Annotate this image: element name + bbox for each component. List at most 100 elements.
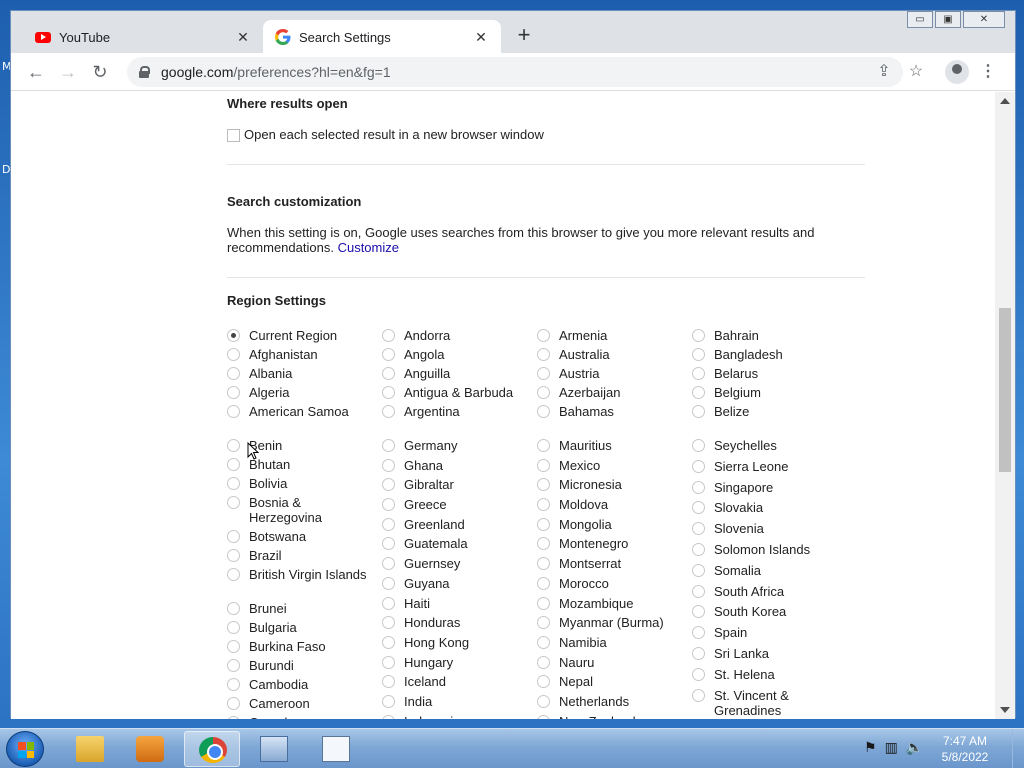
taskbar-chrome[interactable] (184, 731, 240, 767)
region-radio[interactable] (382, 478, 395, 491)
region-label[interactable]: Micronesia (559, 477, 679, 492)
region-radio[interactable] (692, 348, 705, 361)
region-label[interactable]: Myanmar (Burma) (559, 615, 679, 630)
region-radio[interactable] (692, 481, 705, 494)
region-label[interactable]: Belize (714, 404, 834, 419)
region-label[interactable]: Anguilla (404, 366, 524, 381)
region-label[interactable]: Mozambique (559, 596, 679, 611)
region-radio[interactable] (382, 597, 395, 610)
region-radio[interactable] (227, 530, 240, 543)
region-label[interactable]: British Virgin Islands (249, 567, 369, 582)
region-radio[interactable] (537, 675, 550, 688)
region-radio[interactable] (382, 405, 395, 418)
region-radio[interactable] (692, 647, 705, 660)
region-label[interactable]: Somalia (714, 563, 834, 578)
region-radio[interactable] (692, 329, 705, 342)
region-label[interactable]: Ghana (404, 458, 524, 473)
region-label[interactable]: Sri Lanka (714, 646, 834, 661)
region-label[interactable]: Guernsey (404, 556, 524, 571)
region-radio[interactable] (382, 715, 395, 719)
region-radio[interactable] (227, 386, 240, 399)
region-label[interactable]: Singapore (714, 480, 834, 495)
region-label[interactable]: Current Region (249, 328, 369, 343)
region-label[interactable]: Honduras (404, 615, 524, 630)
region-label[interactable]: Canada (249, 715, 369, 719)
region-radio[interactable] (227, 621, 240, 634)
region-label[interactable]: Brazil (249, 548, 369, 563)
region-label[interactable]: St. Vincent & Grenadines (714, 688, 834, 718)
region-label[interactable]: Australia (559, 347, 679, 362)
region-label[interactable]: Bahamas (559, 404, 679, 419)
region-label[interactable]: Hong Kong (404, 635, 524, 650)
region-label[interactable]: Armenia (559, 328, 679, 343)
region-radio[interactable] (692, 543, 705, 556)
region-radio[interactable] (537, 439, 550, 452)
region-label[interactable]: Austria (559, 366, 679, 381)
region-radio[interactable] (382, 518, 395, 531)
region-radio[interactable] (227, 458, 240, 471)
region-label[interactable]: Nauru (559, 655, 679, 670)
region-radio[interactable] (692, 668, 705, 681)
start-button[interactable] (6, 731, 44, 767)
region-label[interactable]: Benin (249, 438, 369, 453)
minimize-button[interactable]: ▭ (907, 11, 933, 28)
region-label[interactable]: Bulgaria (249, 620, 369, 635)
region-radio[interactable] (537, 616, 550, 629)
region-label[interactable]: Burkina Faso (249, 639, 369, 654)
region-radio[interactable] (692, 439, 705, 452)
region-label[interactable]: Algeria (249, 385, 369, 400)
region-radio[interactable] (382, 329, 395, 342)
region-radio[interactable] (227, 568, 240, 581)
reload-icon[interactable]: ↻ (89, 61, 111, 83)
action-center-icon[interactable]: ⚑ (864, 739, 877, 756)
region-radio[interactable] (227, 477, 240, 490)
region-radio[interactable] (537, 478, 550, 491)
region-label[interactable]: Slovenia (714, 521, 834, 536)
region-radio[interactable] (537, 577, 550, 590)
region-radio[interactable] (382, 675, 395, 688)
region-label[interactable]: St. Helena (714, 667, 834, 682)
volume-icon[interactable]: 🔈 (906, 739, 923, 756)
region-label[interactable]: Netherlands (559, 694, 679, 709)
close-window-button[interactable]: ✕ (963, 11, 1005, 28)
customize-link[interactable]: Customize (338, 240, 399, 255)
region-radio[interactable] (537, 695, 550, 708)
region-label[interactable]: Solomon Islands (714, 542, 834, 557)
address-bar[interactable]: google.com/preferences?hl=en&fg=1 (127, 57, 903, 87)
region-radio[interactable] (227, 659, 240, 672)
region-label[interactable]: Burundi (249, 658, 369, 673)
region-label[interactable]: Albania (249, 366, 369, 381)
region-label[interactable]: Bahrain (714, 328, 834, 343)
region-label[interactable]: Antigua & Barbuda (404, 385, 524, 400)
region-radio[interactable] (227, 697, 240, 710)
region-label[interactable]: Belarus (714, 366, 834, 381)
region-label[interactable]: South Korea (714, 604, 834, 619)
region-label[interactable]: Mongolia (559, 517, 679, 532)
region-label[interactable]: Azerbaijan (559, 385, 679, 400)
region-label[interactable]: Argentina (404, 404, 524, 419)
taskbar-clock[interactable]: 7:47 AM 5/8/2022 (930, 733, 1000, 765)
region-radio[interactable] (227, 640, 240, 653)
taskbar-control-panel[interactable] (246, 731, 302, 767)
region-radio[interactable] (227, 602, 240, 615)
region-radio[interactable] (227, 678, 240, 691)
region-label[interactable]: Montenegro (559, 536, 679, 551)
share-icon[interactable]: ⇪ (873, 61, 895, 83)
forward-arrow-icon[interactable]: → (57, 61, 79, 83)
new-window-checkbox-label[interactable]: Open each selected result in a new brows… (244, 127, 544, 142)
region-label[interactable]: Slovakia (714, 500, 834, 515)
region-radio[interactable] (227, 348, 240, 361)
region-radio[interactable] (692, 626, 705, 639)
region-radio[interactable] (692, 564, 705, 577)
region-radio[interactable] (382, 348, 395, 361)
region-radio[interactable] (537, 636, 550, 649)
region-radio[interactable] (537, 459, 550, 472)
region-radio[interactable] (692, 460, 705, 473)
region-label[interactable]: Seychelles (714, 438, 834, 453)
scroll-down-arrow-icon[interactable] (1000, 707, 1010, 713)
show-desktop-button[interactable] (1012, 729, 1024, 768)
more-menu-icon[interactable]: ⋮ (977, 61, 999, 83)
region-radio[interactable] (537, 518, 550, 531)
back-arrow-icon[interactable]: ← (25, 61, 47, 83)
taskbar-explorer[interactable] (62, 731, 118, 767)
